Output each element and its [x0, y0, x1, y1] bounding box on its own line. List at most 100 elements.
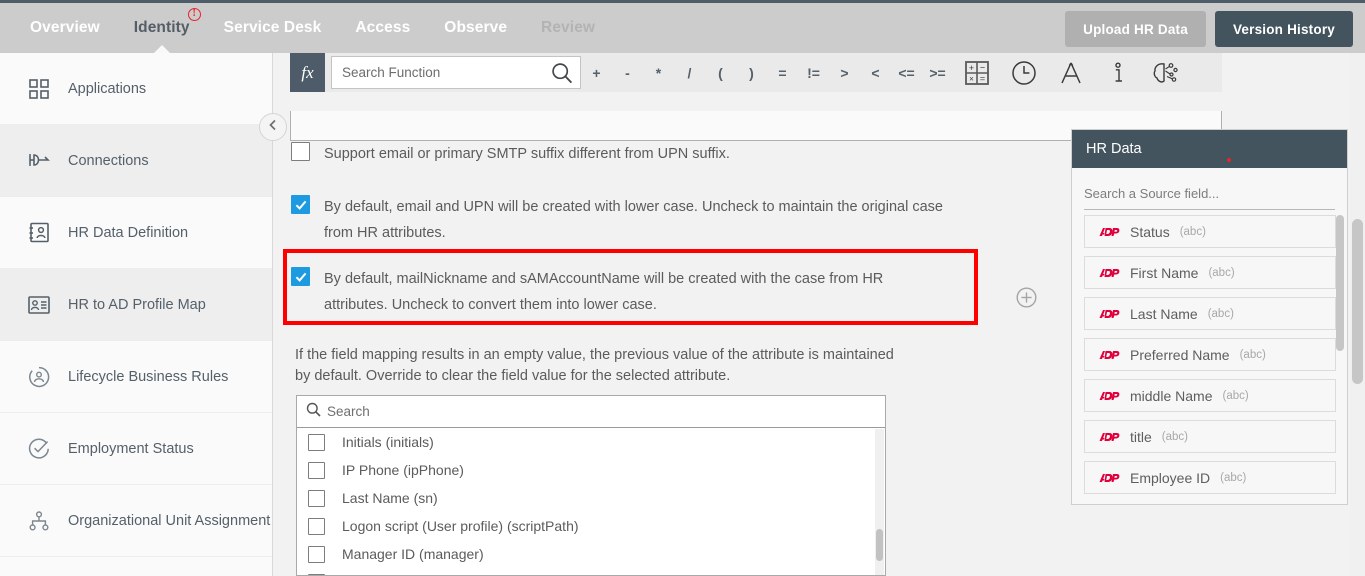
hr-field-employee-id[interactable]: Employee ID (abc) [1084, 461, 1336, 494]
option-row-lower-case-email-upn[interactable]: By default, email and UPN will be create… [291, 194, 961, 246]
hr-field-first-name[interactable]: First Name (abc) [1084, 256, 1336, 289]
checkbox-mailnickname-case[interactable] [291, 267, 310, 286]
option-row-smtp-suffix[interactable]: Support email or primary SMTP suffix dif… [291, 141, 981, 167]
attribute-search-box[interactable] [297, 396, 885, 428]
sidebar-item-label: Connections [68, 152, 149, 169]
hr-list-scrollbar[interactable] [1336, 215, 1344, 501]
attribute-label: Last Name (sn) [342, 490, 438, 506]
search-input[interactable] [342, 65, 550, 80]
clock-icon[interactable] [1000, 53, 1047, 92]
checkbox-lower-case-email-upn[interactable] [291, 195, 310, 214]
attribute-label: IP Phone (ipPhone) [342, 462, 464, 478]
nav-tab-access[interactable]: Access [338, 3, 427, 53]
hr-field-title[interactable]: title (abc) [1084, 420, 1336, 453]
logic-brain-icon[interactable] [1141, 53, 1188, 92]
hr-field-name: Status [1130, 223, 1170, 240]
operator-plus-button[interactable]: + [581, 53, 612, 92]
nav-tab-label: Identity [133, 19, 190, 36]
nav-tab-label: Review [541, 19, 596, 36]
hr-field-name: Preferred Name [1130, 346, 1230, 363]
nav-tab-label: Overview [30, 19, 100, 36]
operator-not-equals-button[interactable]: != [798, 53, 829, 92]
connection-icon [27, 149, 51, 173]
sidebar-item-connections[interactable]: Connections [0, 125, 272, 197]
hr-field-last-name[interactable]: Last Name (abc) [1084, 297, 1336, 330]
chevron-left-icon [267, 118, 279, 136]
list-item[interactable]: Initials (initials) [297, 428, 885, 456]
calculator-icon[interactable]: + − × = [953, 53, 1000, 92]
fx-button[interactable]: fx [290, 53, 325, 92]
hr-field-preferred-name[interactable]: Preferred Name (abc) [1084, 338, 1336, 371]
checkbox-smtp-suffix[interactable] [291, 142, 310, 161]
hr-source-search-input[interactable] [1084, 185, 1335, 201]
operator-divide-button[interactable]: / [674, 53, 705, 92]
operator-less-equal-button[interactable]: <= [891, 53, 922, 92]
hr-field-type: (abc) [1239, 348, 1266, 361]
operator-greater-equal-button[interactable]: >= [922, 53, 953, 92]
nav-tab-service-desk[interactable]: Service Desk [207, 3, 339, 53]
sidebar-item-lifecycle-business-rules[interactable]: Lifecycle Business Rules [0, 341, 272, 413]
attribute-label: Logon script (User profile) (scriptPath) [342, 518, 579, 534]
operator-multiply-button[interactable]: * [643, 53, 674, 92]
operator-open-paren-button[interactable]: ( [705, 53, 736, 92]
search-icon[interactable] [551, 62, 573, 89]
plus-circle-icon [1016, 287, 1037, 312]
nav-tab-observe[interactable]: Observe [427, 3, 524, 53]
operator-close-paren-button[interactable]: ) [736, 53, 767, 92]
scrollbar-thumb[interactable] [1336, 215, 1344, 351]
hr-field-middle-name[interactable]: middle Name (abc) [1084, 379, 1336, 412]
sidebar-item-employment-status[interactable]: Employment Status [0, 413, 272, 485]
scrollbar-thumb[interactable] [876, 529, 883, 561]
list-item[interactable]: Last Name (sn) [297, 484, 885, 512]
lifecycle-icon [27, 365, 51, 389]
hr-source-search-box[interactable] [1084, 177, 1335, 210]
operator-minus-button[interactable]: - [612, 53, 643, 92]
sidebar-item-applications[interactable]: Applications [0, 53, 272, 125]
checkbox-last-name[interactable] [308, 489, 325, 507]
list-item[interactable]: IP Phone (ipPhone) [297, 456, 885, 484]
nav-tab-review[interactable]: Review [524, 3, 612, 53]
sidebar-collapse-button[interactable] [259, 113, 287, 141]
sidebar-item-hr-to-ad-profile-map[interactable]: HR to AD Profile Map [0, 269, 272, 341]
hr-field-name: title [1130, 428, 1152, 445]
option-row-mailnickname-case[interactable]: By default, mailNickname and sAMAccountN… [291, 266, 931, 318]
adp-icon [1097, 471, 1120, 485]
adp-icon [1097, 266, 1120, 280]
operator-greater-than-button[interactable]: > [829, 53, 860, 92]
version-history-button[interactable]: Version History [1214, 11, 1353, 47]
add-mapping-button[interactable] [1016, 287, 1037, 308]
page-scrollbar[interactable] [1350, 53, 1365, 576]
attribute-list-scrollbar[interactable] [875, 429, 884, 575]
checkbox-logon-script[interactable] [308, 517, 325, 535]
sidebar-item-organizational-unit-assignment[interactable]: Organizational Unit Assignment [0, 485, 272, 557]
nav-tab-overview[interactable]: Overview [13, 3, 117, 53]
warning-badge-icon: ! [187, 8, 201, 21]
hr-field-name: First Name [1130, 264, 1199, 281]
sidebar-item-hr-data-definition[interactable]: HR Data Definition [0, 197, 272, 269]
svg-text:+: + [968, 63, 973, 73]
nav-tab-identity[interactable]: Identity ! [117, 3, 207, 54]
hr-field-type: (abc) [1208, 266, 1235, 279]
list-item[interactable]: Logon script (User profile) (scriptPath) [297, 512, 885, 540]
sidebar-item-label: HR Data Definition [68, 224, 189, 241]
operator-less-than-button[interactable]: < [860, 53, 891, 92]
text-icon[interactable] [1047, 53, 1094, 92]
hr-field-list: Status (abc) First Name (abc) Last Name … [1084, 215, 1336, 501]
hr-field-status[interactable]: Status (abc) [1084, 215, 1336, 248]
attribute-label: Manager ID (manager) [342, 546, 484, 562]
nav-tab-label: Access [355, 19, 411, 36]
list-item[interactable]: Manager ID (manager) [297, 540, 885, 568]
check-circle-icon [27, 437, 51, 461]
checkbox-manager-id[interactable] [308, 545, 325, 563]
list-item[interactable]: Mobile (mobile) [297, 568, 885, 575]
attribute-search-input[interactable] [327, 404, 827, 419]
scrollbar-thumb[interactable] [1352, 219, 1363, 384]
info-icon[interactable] [1094, 53, 1141, 92]
checkbox-ip-phone[interactable] [308, 461, 325, 479]
function-search-box[interactable] [331, 56, 581, 89]
empty-value-note: If the field mapping results in an empty… [295, 347, 894, 384]
checkbox-initials[interactable] [308, 433, 325, 451]
sidebar-item-label: Employment Status [68, 440, 194, 457]
upload-hr-data-button[interactable]: Upload HR Data [1065, 11, 1206, 47]
operator-equals-button[interactable]: = [767, 53, 798, 92]
